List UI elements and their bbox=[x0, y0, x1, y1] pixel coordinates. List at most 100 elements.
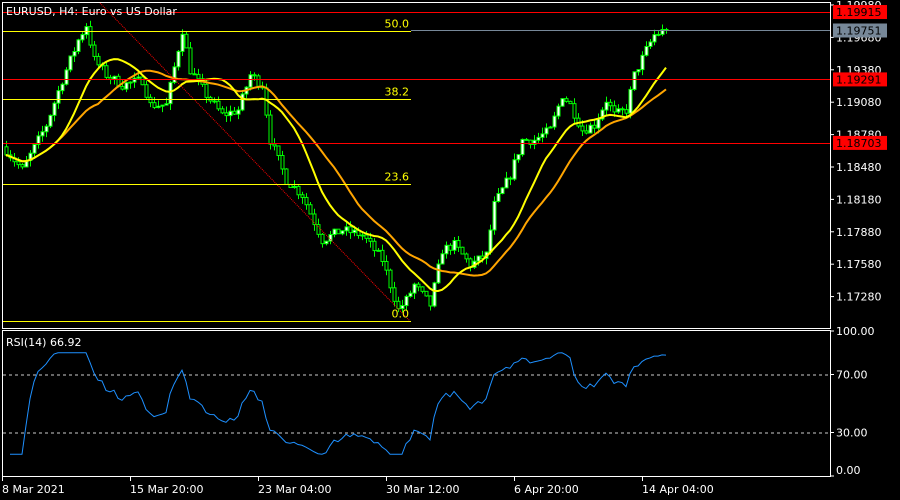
candle-body bbox=[652, 34, 657, 43]
candle-body bbox=[488, 229, 493, 253]
candle bbox=[88, 20, 93, 49]
candle bbox=[276, 145, 281, 161]
price-tick-label: 1.17880 bbox=[836, 226, 882, 239]
ma-fast-line bbox=[5, 58, 667, 293]
rsi-label: RSI(14) 66.92 bbox=[6, 336, 81, 349]
candle-body bbox=[300, 194, 305, 198]
candle bbox=[92, 40, 97, 61]
candle-body bbox=[176, 50, 181, 68]
candle bbox=[40, 125, 45, 142]
candle bbox=[652, 29, 657, 46]
candle bbox=[224, 106, 229, 123]
candle-body bbox=[624, 109, 629, 114]
candle-body bbox=[196, 73, 201, 80]
candle bbox=[84, 23, 89, 39]
candle-body bbox=[216, 100, 221, 110]
candle bbox=[236, 106, 241, 120]
candle-body bbox=[232, 110, 237, 115]
candle-body bbox=[604, 101, 609, 111]
candle-body bbox=[240, 93, 245, 111]
chart-title: EURUSD, H4: Euro vs US Dollar bbox=[6, 5, 177, 18]
candle-body bbox=[460, 246, 465, 255]
candle bbox=[424, 290, 429, 297]
candle bbox=[464, 252, 469, 263]
candle-body bbox=[412, 283, 417, 294]
candle bbox=[376, 248, 381, 252]
candle bbox=[636, 69, 641, 76]
candle-body bbox=[432, 282, 437, 307]
time-tick-label: 23 Mar 04:00 bbox=[258, 483, 331, 496]
candle-body bbox=[540, 133, 545, 138]
candle-body bbox=[320, 233, 325, 245]
candle-body bbox=[128, 81, 133, 84]
candle bbox=[32, 143, 37, 157]
candle-body bbox=[408, 292, 413, 297]
candle bbox=[592, 120, 597, 134]
candle bbox=[340, 230, 345, 236]
objects-layer: 50.0 38.2 23.6 0.0 bbox=[3, 2, 830, 322]
candle-body bbox=[640, 54, 645, 71]
candle bbox=[296, 185, 301, 200]
candle bbox=[300, 191, 305, 204]
candle-body bbox=[60, 83, 65, 92]
candle-body bbox=[228, 110, 233, 117]
candle-body bbox=[88, 26, 93, 46]
time-tick-label: 14 Apr 04:00 bbox=[642, 483, 714, 496]
candle-body bbox=[324, 240, 329, 245]
price-tick-label: 1.18180 bbox=[836, 193, 882, 206]
candle bbox=[52, 101, 57, 122]
candle bbox=[188, 41, 193, 75]
candle-body bbox=[596, 118, 601, 129]
candle-body bbox=[512, 159, 517, 180]
candle bbox=[520, 138, 525, 157]
price-tick-label: 1.17580 bbox=[836, 258, 882, 271]
candle-body bbox=[428, 295, 433, 307]
candle-body bbox=[632, 71, 637, 90]
candle-body bbox=[648, 41, 653, 47]
candle-body bbox=[92, 44, 97, 57]
candle bbox=[504, 171, 509, 189]
candle bbox=[588, 122, 593, 134]
candle-body bbox=[588, 124, 593, 134]
fibonacci-trend-line bbox=[99, 2, 411, 322]
candle-body bbox=[504, 177, 509, 189]
candle-body bbox=[420, 286, 425, 292]
candle-body bbox=[636, 69, 641, 73]
main-chart-frame bbox=[2, 2, 831, 329]
candle-body bbox=[548, 126, 553, 129]
price-chart[interactable]: 50.0 38.2 23.6 0.0 EURUSD, H4: Euro vs US D… bbox=[0, 0, 900, 500]
candle-body bbox=[416, 283, 421, 288]
candle bbox=[44, 124, 49, 138]
candle bbox=[432, 281, 437, 308]
candle bbox=[616, 104, 621, 114]
candle-body bbox=[96, 55, 101, 66]
candle-body bbox=[52, 102, 57, 116]
candle bbox=[344, 221, 349, 236]
candle bbox=[600, 107, 605, 122]
candle bbox=[604, 96, 609, 116]
candle-body bbox=[376, 249, 381, 252]
candle-body bbox=[152, 102, 157, 109]
candle bbox=[124, 81, 129, 93]
time-tick-label: 30 Mar 12:00 bbox=[386, 483, 459, 496]
candle bbox=[184, 31, 189, 49]
candle-body bbox=[384, 260, 389, 271]
candle bbox=[540, 127, 545, 143]
candle-body bbox=[64, 69, 69, 85]
candle-body bbox=[32, 144, 37, 154]
price-axis[interactable]: 1.199801.196801.193801.190801.187801.184… bbox=[830, 0, 887, 477]
candle-body bbox=[360, 234, 365, 237]
candle-body bbox=[332, 228, 337, 236]
candle-body bbox=[156, 105, 161, 109]
candle-body bbox=[220, 108, 225, 114]
candle bbox=[280, 150, 285, 175]
candle-body bbox=[16, 161, 21, 166]
candle bbox=[544, 123, 549, 138]
candle-body bbox=[656, 33, 661, 36]
candle bbox=[468, 257, 473, 272]
candle bbox=[536, 132, 541, 143]
candle-body bbox=[448, 244, 453, 251]
candle-body bbox=[236, 109, 241, 115]
candle-body bbox=[520, 138, 525, 156]
time-axis[interactable]: 8 Mar 2021 15 Mar 20:00 23 Mar 04:00 30 Mar… bbox=[2, 476, 714, 496]
